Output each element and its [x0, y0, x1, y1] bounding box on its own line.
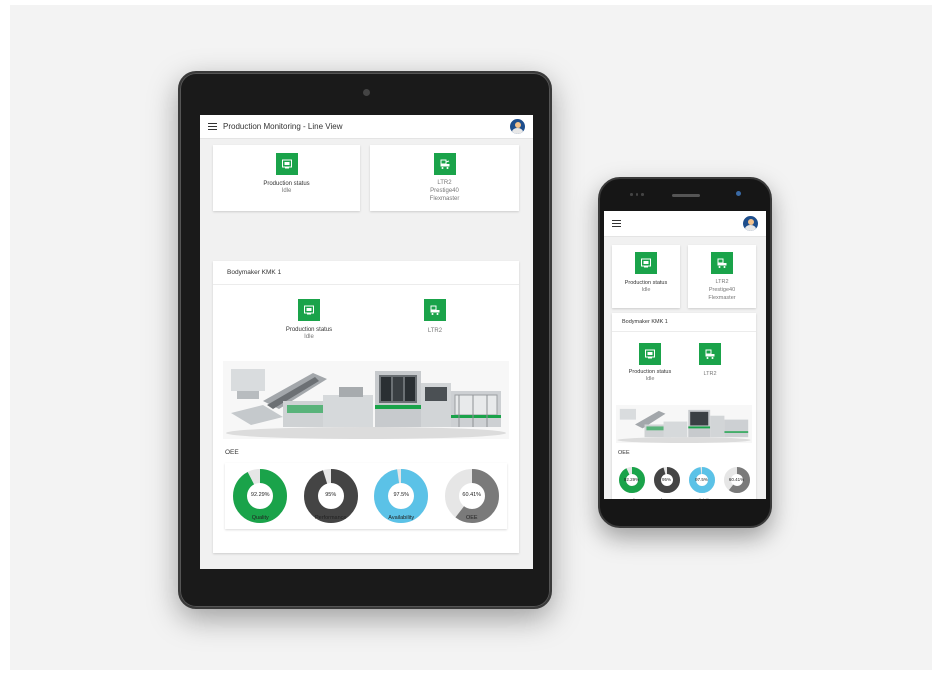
production-line-image	[616, 405, 752, 443]
oee-donut-row: 92.29% Quality 95% Performance 97.5% Availabi…	[225, 463, 507, 529]
machine-name: LTR2	[437, 180, 452, 186]
monitor-icon	[635, 252, 657, 274]
showcase-background: Production Monitoring - Line View Produc…	[10, 5, 932, 670]
tablet-device: Production Monitoring - Line View Produc…	[178, 71, 552, 609]
donut-value: 92.29%	[250, 492, 270, 499]
tile-status: Idle	[641, 287, 651, 293]
donut-label: Availability	[388, 515, 415, 521]
machine-icon	[711, 252, 733, 274]
donut-value: 60.41%	[728, 477, 745, 483]
donut-label: OEE	[465, 515, 478, 521]
status-value: Idle	[304, 334, 314, 340]
tablet-camera	[363, 89, 370, 96]
production-status-tile[interactable]: Production status Idle	[612, 245, 680, 308]
machine-icon	[433, 153, 456, 175]
phone-screen: Production status Idle LTR2 Prestige40 F…	[604, 211, 766, 499]
donut-oee[interactable]: 60.41% OEE	[723, 467, 750, 499]
page-title: Production Monitoring - Line View	[223, 122, 343, 131]
machine-name: LTR2	[715, 279, 729, 285]
machine-tile[interactable]: LTR2 Prestige40 Flexmaster	[688, 245, 756, 308]
oee-donut-row: 92.29% Quality 95% Performance 97.5% Availabi…	[614, 459, 754, 499]
machine-icon	[699, 343, 721, 365]
donut-label: Quality	[251, 515, 269, 521]
tablet-screen: Production Monitoring - Line View Produc…	[200, 115, 533, 569]
avatar[interactable]	[743, 216, 758, 231]
oee-label: OEE	[618, 450, 630, 456]
donut-label: Performance	[654, 498, 680, 499]
monitor-icon	[298, 299, 320, 321]
app-bar	[604, 211, 766, 237]
donut-quality[interactable]: 92.29% Quality	[618, 467, 645, 499]
donut-oee[interactable]: 60.41% OEE	[444, 469, 499, 523]
donut-quality[interactable]: 92.29% Quality	[233, 469, 288, 523]
section-title: Bodymaker KMK 1	[612, 313, 756, 332]
production-line-image	[223, 361, 509, 439]
oee-donut-panel: 92.29% Quality 95% Performance 97.5% Availabi…	[225, 463, 507, 529]
donut-value: 92.29%	[623, 477, 640, 483]
section-machine[interactable]: LTR2	[690, 343, 730, 378]
machine-model: Prestige40	[430, 188, 459, 194]
donut-value: 97.5%	[393, 492, 410, 499]
oee-label: OEE	[225, 449, 239, 456]
machine-label: LTR2	[427, 328, 443, 334]
machine-model: Prestige40	[708, 287, 736, 293]
phone-device: Production status Idle LTR2 Prestige40 F…	[598, 177, 772, 528]
section-title: Bodymaker KMK 1	[213, 261, 519, 285]
app-bar: Production Monitoring - Line View	[200, 115, 533, 139]
donut-label: Quality	[619, 498, 645, 499]
bodymaker-section: Bodymaker KMK 1 Production status Idle L…	[213, 261, 519, 553]
menu-icon[interactable]	[208, 123, 217, 130]
machine-icon	[424, 299, 446, 321]
machine-type: Flexmaster	[708, 295, 736, 301]
donut-availability[interactable]: 97.5% Availability	[688, 467, 715, 499]
tile-status: Idle	[281, 188, 292, 194]
section-machine[interactable]: LTR2	[405, 299, 465, 335]
phone-camera	[736, 191, 741, 196]
monitor-icon	[639, 343, 661, 365]
donut-performance[interactable]: 95% Performance	[653, 467, 680, 499]
donut-value: 95%	[661, 477, 671, 483]
status-value: Idle	[645, 376, 655, 382]
donut-value: 60.41%	[462, 492, 482, 499]
machine-type: Flexmaster	[429, 196, 460, 202]
section-status[interactable]: Production status Idle	[622, 343, 678, 383]
avatar[interactable]	[510, 119, 525, 134]
phone-sensors	[630, 193, 644, 196]
bodymaker-section: Bodymaker KMK 1 Production status Idle L…	[612, 313, 756, 499]
monitor-icon	[275, 153, 298, 175]
menu-icon[interactable]	[612, 220, 621, 227]
donut-label: Performance	[315, 515, 347, 521]
section-status[interactable]: Production status Idle	[269, 299, 349, 341]
donut-label: Availability	[689, 498, 715, 499]
production-status-tile[interactable]: Production status Idle	[213, 145, 360, 211]
phone-speaker	[672, 194, 700, 197]
machine-tile[interactable]: LTR2 Prestige40 Flexmaster	[370, 145, 519, 211]
donut-performance[interactable]: 95% Performance	[303, 469, 358, 523]
donut-value: 97.5%	[695, 477, 708, 483]
machine-label: LTR2	[703, 371, 717, 377]
donut-label: OEE	[724, 498, 750, 499]
donut-value: 95%	[325, 492, 337, 499]
donut-availability[interactable]: 97.5% Availability	[374, 469, 429, 523]
